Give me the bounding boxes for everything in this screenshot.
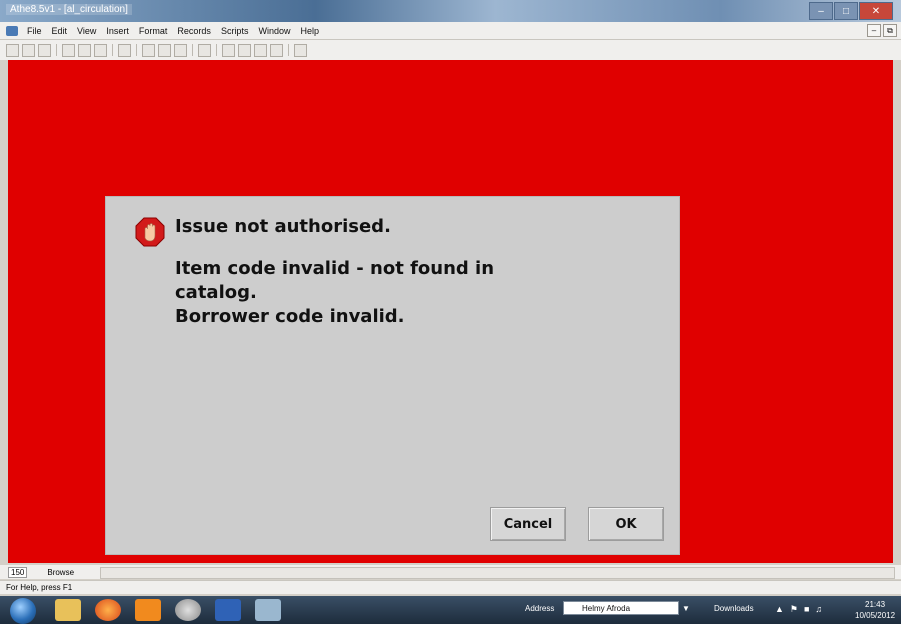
ok-button[interactable]: OK xyxy=(588,507,664,541)
window-title: Athe8.5v1 - [al_circulation] xyxy=(6,4,132,15)
menu-scripts[interactable]: Scripts xyxy=(216,26,254,36)
message-title: Issue not authorised. xyxy=(175,216,391,237)
preview-icon[interactable] xyxy=(198,43,211,57)
help-hint: For Help, press F1 xyxy=(6,583,73,592)
toolbar-divider xyxy=(288,44,289,56)
minimize-icon[interactable]: – xyxy=(809,2,833,20)
print-icon[interactable] xyxy=(22,43,35,57)
maximize-icon[interactable]: □ xyxy=(834,2,858,20)
toolbar-divider xyxy=(216,44,217,56)
address-label: Address xyxy=(525,604,555,613)
browse-icon[interactable] xyxy=(142,43,155,57)
menu-insert[interactable]: Insert xyxy=(101,26,134,36)
sort-icon[interactable] xyxy=(222,43,235,57)
spell-check-icon[interactable] xyxy=(38,43,51,57)
menu-format[interactable]: Format xyxy=(134,26,173,36)
title-bar: Athe8.5v1 - [al_circulation] – □ ✕ xyxy=(0,0,901,22)
toolbar xyxy=(0,40,901,60)
paste-icon[interactable] xyxy=(94,43,107,57)
menu-file[interactable]: File xyxy=(22,26,47,36)
explorer-icon[interactable] xyxy=(55,599,81,621)
start-button[interactable] xyxy=(10,598,36,624)
menu-help[interactable]: Help xyxy=(295,26,324,36)
mode-selector[interactable]: Browse xyxy=(47,568,74,577)
document-icon[interactable] xyxy=(6,25,18,36)
dialog-message: Issue not authorised. Item code invalid … xyxy=(175,215,494,329)
cut-icon[interactable] xyxy=(62,43,75,57)
stop-hand-icon xyxy=(135,217,165,247)
downloads-toolbar[interactable]: Downloads xyxy=(714,604,754,613)
address-input[interactable]: Helmy Afroda xyxy=(563,601,679,615)
zoom-level[interactable]: 150 xyxy=(8,566,28,578)
toolbar-divider xyxy=(192,44,193,56)
layout-icon[interactable] xyxy=(174,43,187,57)
cancel-button[interactable]: Cancel xyxy=(490,507,566,541)
mdi-minimize-icon[interactable]: – xyxy=(867,24,881,37)
delete-icon[interactable] xyxy=(294,43,307,57)
find-all-icon[interactable] xyxy=(238,43,251,57)
clock-date: 10/05/2012 xyxy=(855,611,896,620)
media-player-icon[interactable] xyxy=(135,599,161,621)
menu-edit[interactable]: Edit xyxy=(47,26,73,36)
omit-icon[interactable] xyxy=(254,43,267,57)
status-row: 150 Browse xyxy=(0,565,901,579)
undo-icon[interactable] xyxy=(118,43,131,57)
toolbar-divider xyxy=(56,44,57,56)
toolbar-divider xyxy=(112,44,113,56)
window-controls: – □ ✕ xyxy=(809,2,893,20)
status-bar: For Help, press F1 xyxy=(0,580,901,594)
alert-dialog: Issue not authorised. Item code invalid … xyxy=(105,196,680,555)
toolbar-divider xyxy=(136,44,137,56)
taskbar: Address Helmy Afroda ▼ Downloads ▲⚑■♫ 21… xyxy=(0,596,901,624)
clock[interactable]: 21:43 10/05/2012 xyxy=(855,599,895,621)
message-borrower-error: Borrower code invalid. xyxy=(175,306,405,327)
word-icon[interactable] xyxy=(215,599,241,621)
mdi-controls: – ⧉ xyxy=(867,24,897,37)
new-record-icon[interactable] xyxy=(6,43,19,57)
chrome-icon[interactable] xyxy=(175,599,201,621)
system-tray[interactable]: ▲⚑■♫ xyxy=(775,604,828,615)
clock-time: 21:43 xyxy=(865,600,886,609)
find-icon[interactable] xyxy=(158,43,171,57)
firefox-icon[interactable] xyxy=(95,599,121,621)
close-icon[interactable]: ✕ xyxy=(859,2,893,20)
menu-bar: File Edit View Insert Format Records Scr… xyxy=(0,22,901,40)
menu-window[interactable]: Window xyxy=(253,26,295,36)
filemaker-icon[interactable] xyxy=(255,599,281,621)
chevron-down-icon[interactable]: ▼ xyxy=(682,604,690,613)
message-item-error: Item code invalid - not found in xyxy=(175,258,495,279)
message-item-error-cont: catalog. xyxy=(175,282,257,303)
menu-view[interactable]: View xyxy=(72,26,101,36)
menu-records[interactable]: Records xyxy=(172,26,216,36)
copy-icon[interactable] xyxy=(78,43,91,57)
mdi-restore-icon[interactable]: ⧉ xyxy=(883,24,897,37)
message-spacer xyxy=(175,239,494,257)
show-all-icon[interactable] xyxy=(270,43,283,57)
horizontal-scrollbar[interactable] xyxy=(100,567,895,579)
